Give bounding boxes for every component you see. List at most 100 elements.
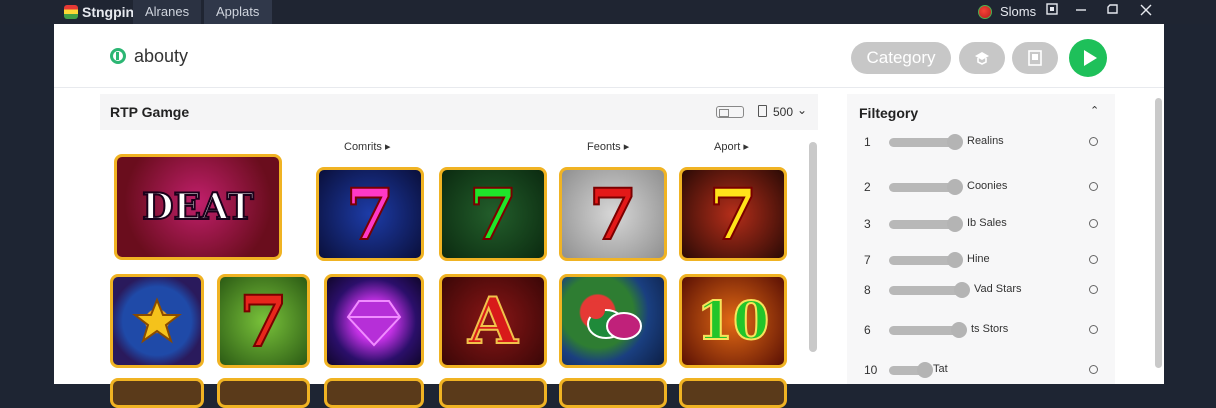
filter-radio[interactable] [1089, 325, 1098, 334]
filter-row-number: 10 [864, 363, 878, 377]
page-count-value: 500 [773, 105, 794, 119]
filter-slider-knob[interactable] [947, 179, 963, 195]
filter-row-label: Realins [967, 135, 1004, 147]
filter-slider-knob[interactable] [951, 322, 967, 338]
restore-icon[interactable] [1046, 3, 1059, 19]
filter-slider-track[interactable] [889, 138, 955, 147]
ten-symbol: 10 [696, 290, 770, 353]
chips-tile[interactable] [559, 274, 667, 368]
filter-slider-track[interactable] [889, 256, 955, 265]
chevron-down-icon[interactable]: ⌄ [797, 103, 807, 117]
status-icon [978, 5, 992, 19]
filter-row-number: 7 [864, 253, 871, 267]
game-tile-partial[interactable] [439, 378, 547, 408]
seven-yellow-tile[interactable]: 7 [679, 167, 787, 261]
app-name: Stngpin [82, 4, 135, 20]
seven-red-tile[interactable]: 7 [559, 167, 667, 261]
app-header: abouty Category [54, 24, 1164, 88]
minimize-icon[interactable] [1075, 3, 1087, 19]
app-logo-icon [64, 5, 78, 19]
play-button[interactable] [1069, 39, 1107, 77]
game-tile-partial[interactable] [324, 378, 424, 408]
filter-panel-title: Filtegory [859, 105, 919, 121]
game-tile-partial[interactable] [679, 378, 787, 408]
filter-row[interactable]: 8 Vad Stars [847, 282, 1115, 300]
filter-slider-track[interactable] [889, 286, 962, 295]
chevron-up-icon[interactable]: ⌃ [1090, 104, 1099, 117]
brand-logo-icon [110, 48, 126, 64]
filter-slider-track[interactable] [889, 326, 959, 335]
document-icon [1028, 50, 1042, 66]
seven-symbol: 7 [238, 279, 289, 364]
filter-row[interactable]: 7 Hine [847, 252, 1115, 270]
game-tile-partial[interactable] [217, 378, 310, 408]
games-panel-header: RTP Gamge 500 ⌄ [100, 94, 818, 130]
filter-row-label: Ib Sales [967, 217, 1007, 229]
games-scrollbar[interactable] [809, 142, 817, 352]
filter-slider-knob[interactable] [917, 362, 933, 378]
game-tile-partial[interactable] [559, 378, 667, 408]
filter-radio[interactable] [1089, 137, 1098, 146]
seven-red-green-tile[interactable]: 7 [217, 274, 310, 368]
deat-tile[interactable]: DEAT [114, 154, 282, 260]
filter-row-number: 3 [864, 217, 871, 231]
letter-symbol: A [467, 283, 519, 360]
filter-slider-knob[interactable] [947, 134, 963, 150]
filter-scrollbar[interactable] [1155, 98, 1162, 368]
deat-symbol: DEAT [141, 185, 254, 229]
gem-tile[interactable] [324, 274, 424, 368]
filter-row-number: 2 [864, 180, 871, 194]
column-aport[interactable]: Aport ▸ [714, 140, 749, 153]
game-tile-partial[interactable] [110, 378, 204, 408]
filter-row-label: ts Stors [971, 323, 1009, 335]
filter-radio[interactable] [1089, 365, 1098, 374]
filter-row[interactable]: 3 Ib Sales [847, 216, 1115, 234]
filter-row[interactable]: 10 Tat [847, 362, 1115, 380]
ten-tile[interactable]: 10 [679, 274, 787, 368]
column-feonts[interactable]: Feonts ▸ [587, 140, 629, 153]
main-window: abouty Category RTP Gamge 500 ⌄ Comrits … [54, 24, 1164, 408]
filter-slider-track[interactable] [889, 183, 955, 192]
seven-symbol: 7 [588, 172, 639, 257]
seven-pink-tile[interactable]: 7 [316, 167, 424, 261]
star-symbol [113, 277, 201, 365]
filter-row[interactable]: 1 Realins [847, 134, 1115, 152]
filter-row[interactable]: 6 ts Stors [847, 322, 1115, 340]
filter-slider-knob[interactable] [954, 282, 970, 298]
maximize-icon[interactable] [1107, 3, 1119, 19]
title-bar: Stngpin Alranes Applats Sloms [0, 0, 1216, 24]
certificate-icon [975, 52, 989, 65]
close-icon[interactable] [1140, 3, 1152, 19]
gem-symbol [327, 277, 421, 365]
certificate-button[interactable] [959, 42, 1005, 74]
filter-slider-track[interactable] [889, 220, 955, 229]
filter-row-number: 1 [864, 135, 871, 149]
filter-row-number: 8 [864, 283, 871, 297]
page-count-icon [758, 105, 767, 117]
category-button[interactable]: Category [851, 42, 951, 74]
view-toggle[interactable] [716, 106, 744, 118]
filter-row[interactable]: 2 Coonies [847, 179, 1115, 197]
filter-radio[interactable] [1089, 285, 1098, 294]
filter-slider-knob[interactable] [947, 216, 963, 232]
seven-green-tile[interactable]: 7 [439, 167, 547, 261]
seven-symbol: 7 [468, 172, 519, 257]
tab-applats[interactable]: Applats [204, 0, 272, 24]
chips-symbol [562, 277, 664, 365]
seven-symbol: 7 [345, 172, 396, 257]
letter-a-tile[interactable]: A [439, 274, 547, 368]
filter-radio[interactable] [1089, 182, 1098, 191]
filter-panel: Filtegory ⌃ 1 Realins 2 Coonies 3 Ib Sales 7 Hi… [847, 94, 1115, 384]
filter-row-label: Coonies [967, 180, 1008, 192]
filter-radio[interactable] [1089, 255, 1098, 264]
seven-symbol: 7 [708, 172, 759, 257]
star-tile[interactable] [110, 274, 204, 368]
tab-alranes[interactable]: Alranes [133, 0, 202, 24]
document-button[interactable] [1012, 42, 1058, 74]
status-text: Sloms [1000, 4, 1037, 19]
column-comrits[interactable]: Comrits ▸ [344, 140, 390, 153]
filter-row-label: Vad Stars [974, 283, 1022, 295]
filter-slider-knob[interactable] [947, 252, 963, 268]
games-panel-title: RTP Gamge [110, 104, 190, 120]
filter-radio[interactable] [1089, 219, 1098, 228]
